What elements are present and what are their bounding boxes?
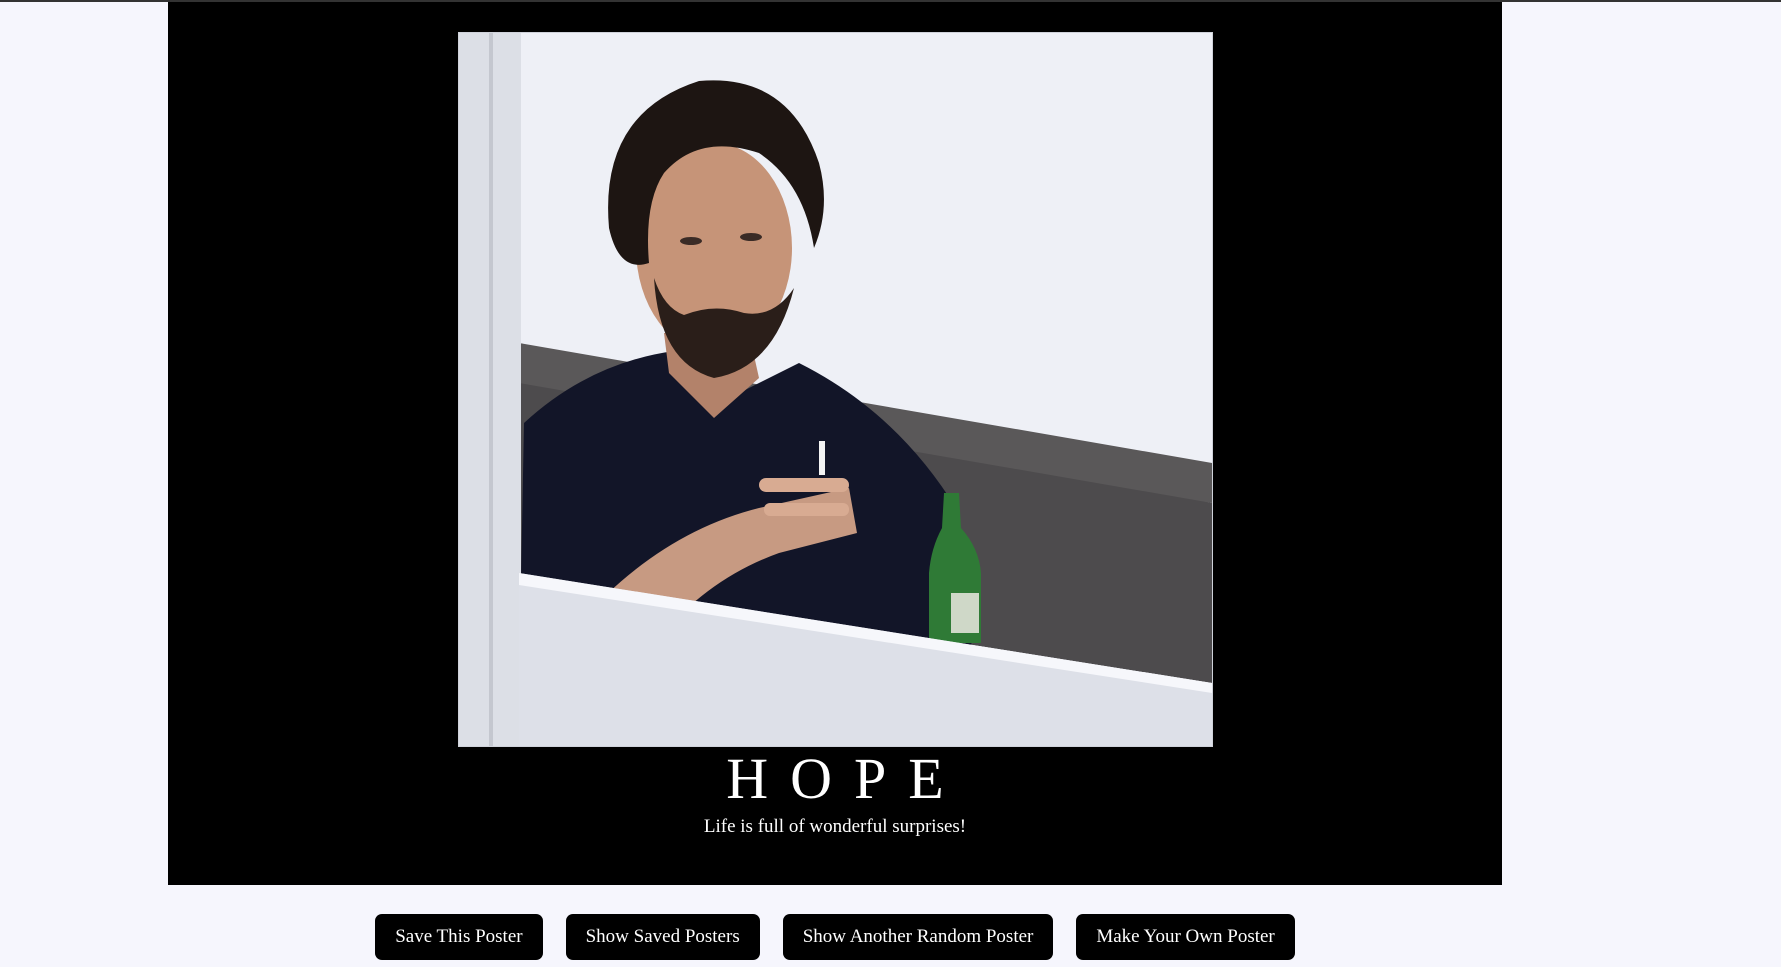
show-random-poster-button[interactable]: Show Another Random Poster (782, 914, 1054, 960)
poster-title: HOPE (726, 746, 966, 811)
show-saved-posters-button[interactable]: Show Saved Posters (565, 914, 760, 960)
poster-quote: Life is full of wonderful surprises! (703, 816, 967, 837)
poster-image (458, 32, 1213, 747)
poster-controls: Save This Poster Show Saved Posters Show… (0, 914, 1670, 960)
poster: HOPE Life is full of wonderful surprises… (168, 2, 1502, 885)
make-own-poster-button[interactable]: Make Your Own Poster (1076, 914, 1295, 960)
save-poster-button[interactable]: Save This Poster (375, 914, 543, 960)
